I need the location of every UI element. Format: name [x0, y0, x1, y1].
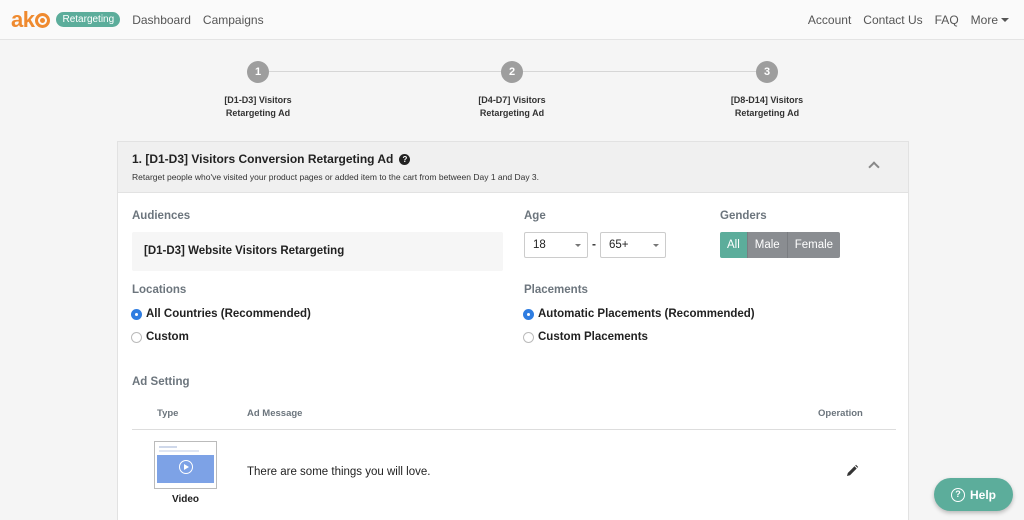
question-icon[interactable]: ?: [399, 153, 411, 165]
step-number: 1: [247, 61, 269, 83]
question-circle-icon: ?: [950, 487, 965, 502]
step-2[interactable]: 2 [D4-D7] Visitors Retargeting Ad: [452, 58, 572, 120]
locations-label: Locations: [132, 284, 187, 296]
step-label: [D8-D14] Visitors Retargeting Ad: [730, 95, 804, 118]
placement-automatic-radio[interactable]: Automatic Placements (Recommended): [523, 308, 755, 320]
radio-unchecked-icon: [523, 331, 534, 343]
thumb-line: [159, 446, 177, 448]
nav-campaigns[interactable]: Campaigns: [203, 13, 264, 27]
age-separator: -: [592, 237, 596, 251]
radio-checked-icon: [131, 308, 142, 320]
panel-subtitle: Retarget people who've visited your prod…: [132, 172, 540, 182]
nav-dashboard[interactable]: Dashboard: [132, 13, 191, 27]
nav-faq[interactable]: FAQ: [935, 13, 959, 27]
placement-custom-radio[interactable]: Custom Placements: [523, 331, 648, 343]
ad-setting-label: Ad Setting: [132, 376, 190, 388]
age-max-select[interactable]: 65+: [600, 232, 666, 258]
step-number: 2: [501, 61, 523, 83]
gender-male-button[interactable]: Male: [747, 232, 788, 258]
panel-title: 1. [D1-D3] Visitors Conversion Retargeti…: [132, 152, 894, 166]
genders-label: Genders: [720, 210, 767, 222]
play-icon: [179, 460, 193, 474]
age-label: Age: [524, 210, 546, 222]
thumb-line: [159, 450, 199, 452]
caret-down-icon: [1001, 18, 1009, 22]
nav-more-dropdown[interactable]: More: [971, 13, 1009, 27]
brand-logo[interactable]: ak: [11, 0, 51, 40]
step-1[interactable]: 1 [D1-D3] Visitors Retargeting Ad: [198, 58, 318, 120]
step-progress: 1 [D1-D3] Visitors Retargeting Ad 2 [D4-D…: [0, 58, 1024, 128]
radio-checked-icon: [523, 308, 534, 320]
panel-header[interactable]: 1. [D1-D3] Visitors Conversion Retargeti…: [118, 142, 908, 193]
gender-toggle-group: All Male Female: [720, 232, 841, 258]
pencil-icon[interactable]: [845, 464, 859, 478]
location-all-countries-radio[interactable]: All Countries (Recommended): [131, 308, 311, 320]
retargeting-badge: Retargeting: [56, 12, 121, 27]
logo-o-icon: [35, 13, 51, 28]
step-3[interactable]: 3 [D8-D14] Visitors Retargeting Ad: [707, 58, 827, 120]
logo-text: ak: [11, 6, 35, 32]
nav-more-label: More: [970, 13, 998, 27]
ad-config-panel: 1. [D1-D3] Visitors Conversion Retargeti…: [117, 141, 909, 520]
step-number: 3: [756, 61, 778, 83]
top-navbar: ak Retargeting Dashboard Campaigns Accou…: [0, 0, 1024, 40]
video-thumbnail[interactable]: [154, 441, 217, 489]
age-min-select[interactable]: 18: [524, 232, 588, 258]
step-label: [D4-D7] Visitors Retargeting Ad: [478, 95, 546, 118]
gender-female-button[interactable]: Female: [787, 232, 841, 258]
nav-account[interactable]: Account: [808, 13, 851, 27]
placements-label: Placements: [524, 284, 588, 296]
chevron-down-icon: [575, 244, 581, 247]
ad-table-header: Type Ad Message Operation: [132, 400, 896, 430]
col-ad-message: Ad Message: [247, 408, 303, 419]
col-operation: Operation: [818, 408, 863, 419]
ad-type-label: Video: [171, 494, 200, 505]
col-type: Type: [157, 408, 179, 419]
nav-contact-us[interactable]: Contact Us: [863, 13, 922, 27]
gender-all-button[interactable]: All: [720, 232, 748, 258]
chevron-down-icon: [653, 244, 659, 247]
radio-unchecked-icon: [131, 331, 142, 343]
help-button[interactable]: ? Help: [934, 478, 1013, 511]
step-label: [D1-D3] Visitors Retargeting Ad: [224, 95, 292, 118]
audiences-label: Audiences: [132, 210, 191, 222]
location-custom-radio[interactable]: Custom: [131, 331, 189, 343]
thumb-media: [157, 455, 214, 483]
ad-message-text: There are some things you will love.: [247, 466, 431, 478]
audience-field[interactable]: [D1-D3] Website Visitors Retargeting: [132, 232, 503, 271]
